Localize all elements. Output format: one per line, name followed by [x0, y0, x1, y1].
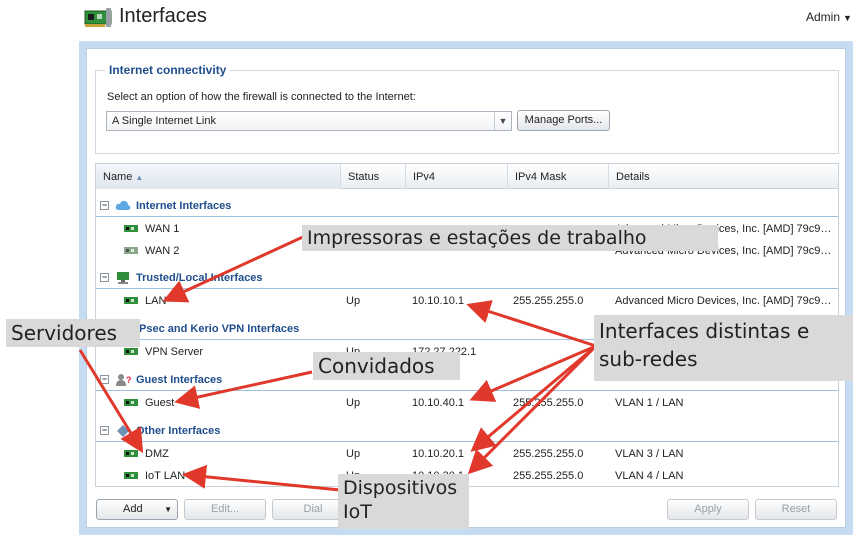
- callout-interfaces: Interfaces distintas e sub-redes: [594, 315, 853, 381]
- arrow-to-guest: [174, 370, 313, 409]
- callout-iot: Dispositivos IoT: [338, 474, 469, 529]
- callout-printers: Impressoras e estações de trabalho: [302, 225, 718, 251]
- annotation-arrows: [78, 234, 598, 492]
- callout-servers: Servidores: [6, 319, 140, 347]
- arrow-to-iot-ip: [467, 344, 598, 475]
- arrow-to-dmz-ip: [470, 344, 597, 452]
- arrow-to-dmz: [78, 349, 144, 454]
- callout-guests: Convidados: [313, 352, 460, 380]
- arrow-to-lan: [162, 234, 306, 303]
- arrow-to-guest-ip: [469, 344, 597, 402]
- arrow-to-iot: [182, 464, 341, 492]
- arrow-to-lan-ip: [466, 300, 597, 348]
